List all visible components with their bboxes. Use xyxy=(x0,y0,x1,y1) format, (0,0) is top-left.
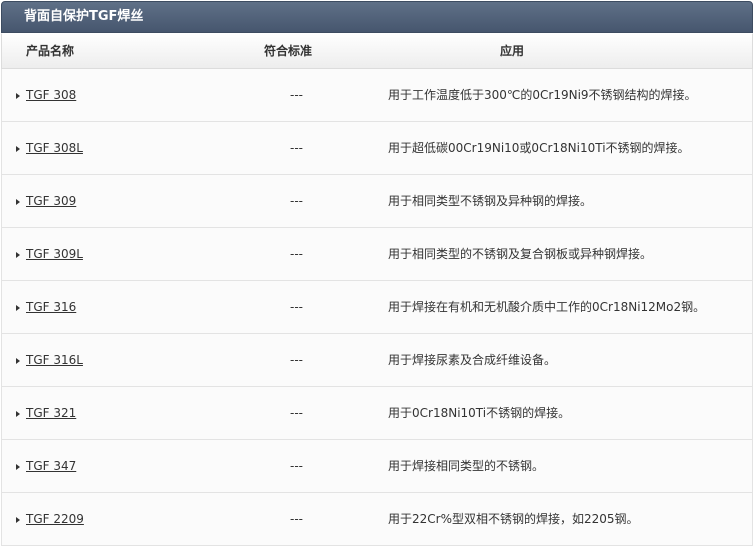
standard-cell: --- xyxy=(290,88,303,102)
product-cell: TGF 309 xyxy=(16,175,76,227)
table-row: TGF 316 --- 用于焊接在有机和无机酸介质中工作的0Cr18Ni12Mo… xyxy=(1,281,753,334)
product-link[interactable]: TGF 308 xyxy=(26,88,76,102)
standard-cell: --- xyxy=(290,194,303,208)
table-row: TGF 2209 --- 用于22Cr%型双相不锈钢的焊接，如2205钢。 xyxy=(1,493,753,546)
product-link[interactable]: TGF 321 xyxy=(26,406,76,420)
panel-title: 背面自保护TGF焊丝 xyxy=(1,1,753,33)
triangle-right-icon xyxy=(16,463,20,470)
triangle-right-icon xyxy=(16,145,20,152)
product-cell: TGF 316 xyxy=(16,281,76,333)
application-cell: 用于0Cr18Ni10Ti不锈钢的焊接。 xyxy=(388,406,571,420)
product-panel: 背面自保护TGF焊丝 产品名称 符合标准 应用 TGF 308 --- 用于工作… xyxy=(0,0,754,546)
application-cell: 用于焊接相同类型的不锈钢。 xyxy=(388,459,545,473)
application-cell: 用于超低碳00Cr19Ni10或0Cr18Ni10Ti不锈钢的焊接。 xyxy=(388,141,690,155)
standard-cell: --- xyxy=(290,459,303,473)
application-cell: 用于相同类型的不锈钢及复合钢板或异种钢焊接。 xyxy=(388,247,653,261)
product-cell: TGF 316L xyxy=(16,334,83,386)
product-link[interactable]: TGF 2209 xyxy=(26,512,84,526)
standard-cell: --- xyxy=(290,247,303,261)
product-cell: TGF 308 xyxy=(16,69,76,121)
application-cell: 用于相同类型不锈钢及异种钢的焊接。 xyxy=(388,194,593,208)
application-cell: 用于焊接在有机和无机酸介质中工作的0Cr18Ni12Mo2钢。 xyxy=(388,300,706,314)
triangle-right-icon xyxy=(16,516,20,523)
product-link[interactable]: TGF 309L xyxy=(26,247,83,261)
table-row: TGF 347 --- 用于焊接相同类型的不锈钢。 xyxy=(1,440,753,493)
standard-cell: --- xyxy=(290,512,303,526)
standard-cell: --- xyxy=(290,406,303,420)
application-cell: 用于工作温度低于300℃的0Cr19Ni9不锈钢结构的焊接。 xyxy=(388,88,697,102)
table-row: TGF 309L --- 用于相同类型的不锈钢及复合钢板或异种钢焊接。 xyxy=(1,228,753,281)
table-row: TGF 316L --- 用于焊接尿素及合成纤维设备。 xyxy=(1,334,753,387)
standard-cell: --- xyxy=(290,141,303,155)
table-row: TGF 308 --- 用于工作温度低于300℃的0Cr19Ni9不锈钢结构的焊… xyxy=(1,69,753,122)
application-cell: 用于22Cr%型双相不锈钢的焊接，如2205钢。 xyxy=(388,512,639,526)
standard-cell: --- xyxy=(290,353,303,367)
product-link[interactable]: TGF 316L xyxy=(26,353,83,367)
product-link[interactable]: TGF 347 xyxy=(26,459,76,473)
triangle-right-icon xyxy=(16,304,20,311)
product-link[interactable]: TGF 309 xyxy=(26,194,76,208)
standard-cell: --- xyxy=(290,300,303,314)
triangle-right-icon xyxy=(16,357,20,364)
product-cell: TGF 309L xyxy=(16,228,83,280)
header-standard: 符合标准 xyxy=(264,44,313,58)
triangle-right-icon xyxy=(16,251,20,258)
table-header: 产品名称 符合标准 应用 xyxy=(1,33,753,69)
product-cell: TGF 321 xyxy=(16,387,76,439)
header-application: 应用 xyxy=(500,44,525,58)
product-cell: TGF 2209 xyxy=(16,493,84,545)
header-product-name: 产品名称 xyxy=(26,44,75,58)
triangle-right-icon xyxy=(16,410,20,417)
table-row: TGF 309 --- 用于相同类型不锈钢及异种钢的焊接。 xyxy=(1,175,753,228)
application-cell: 用于焊接尿素及合成纤维设备。 xyxy=(388,353,557,367)
product-link[interactable]: TGF 316 xyxy=(26,300,76,314)
table-row: TGF 308L --- 用于超低碳00Cr19Ni10或0Cr18Ni10Ti… xyxy=(1,122,753,175)
table-row: TGF 321 --- 用于0Cr18Ni10Ti不锈钢的焊接。 xyxy=(1,387,753,440)
triangle-right-icon xyxy=(16,92,20,99)
product-cell: TGF 347 xyxy=(16,440,76,492)
product-table: 产品名称 符合标准 应用 TGF 308 --- 用于工作温度低于300℃的0C… xyxy=(1,33,753,546)
product-cell: TGF 308L xyxy=(16,122,83,174)
triangle-right-icon xyxy=(16,198,20,205)
product-link[interactable]: TGF 308L xyxy=(26,141,83,155)
